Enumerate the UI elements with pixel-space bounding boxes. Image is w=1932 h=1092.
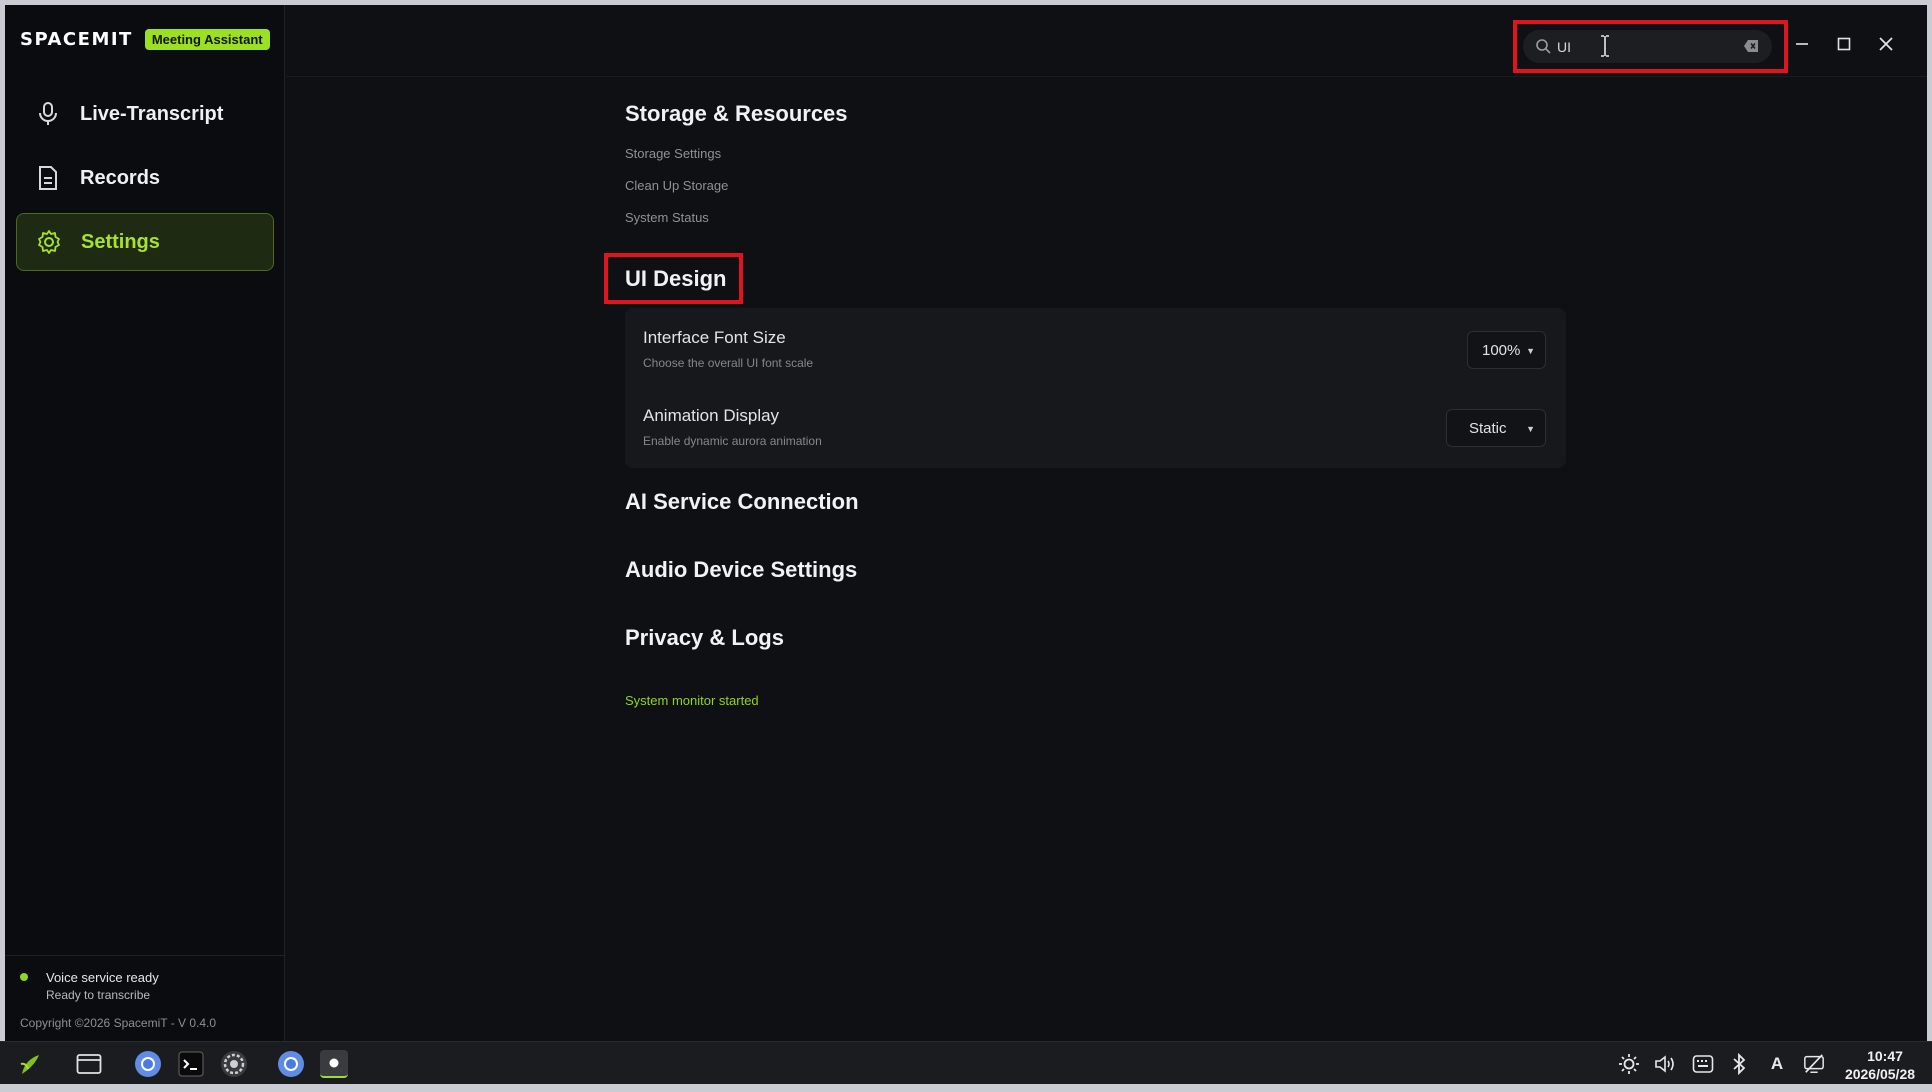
voice-status-subtitle: Ready to transcribe	[46, 988, 151, 1002]
animation-select[interactable]: Static ▼	[1446, 409, 1546, 447]
animation-title: Animation Display	[643, 406, 780, 425]
section-title-ui-design[interactable]: UI Design	[625, 266, 726, 292]
meeting-assistant-app-icon[interactable]	[320, 1050, 348, 1078]
font-size-value: 100%	[1482, 341, 1521, 359]
brightness-icon[interactable]	[1618, 1053, 1640, 1075]
sidebar-item-label: Settings	[81, 230, 160, 253]
chevron-down-icon: ▼	[1526, 346, 1535, 356]
keyboard-icon[interactable]	[1692, 1053, 1714, 1075]
volume-icon[interactable]	[1654, 1053, 1676, 1075]
file-manager-icon[interactable]	[75, 1050, 103, 1078]
sidebar-item-label: Records	[80, 166, 161, 189]
link-storage-settings[interactable]: Storage Settings	[625, 146, 721, 161]
section-title-privacy-logs[interactable]: Privacy & Logs	[625, 625, 784, 651]
link-clean-up-storage[interactable]: Clean Up Storage	[625, 178, 728, 193]
sidebar-item-settings[interactable]: Settings	[16, 213, 274, 271]
clock-date[interactable]: 2026/05/28	[1835, 1066, 1925, 1082]
sidebar-item-label: Live-Transcript	[80, 102, 224, 125]
app-badge: Meeting Assistant	[144, 29, 270, 50]
ui-design-card: Interface Font Size Choose the overall U…	[625, 308, 1566, 468]
section-title-storage[interactable]: Storage & Resources	[625, 101, 848, 127]
gear-icon	[35, 228, 63, 256]
clock-time[interactable]: 10:47	[1850, 1048, 1920, 1064]
section-title-audio-device[interactable]: Audio Device Settings	[625, 557, 857, 583]
section-title-ai-service[interactable]: AI Service Connection	[625, 489, 859, 515]
document-icon	[34, 164, 62, 192]
desktop: SPACEMIT Meeting Assistant Live-Transcri…	[0, 0, 1932, 1092]
sidebar-footer: Voice service ready Ready to transcribe …	[5, 955, 285, 1030]
terminal-icon[interactable]	[177, 1050, 205, 1078]
brand-logo: SPACEMIT	[20, 29, 133, 50]
bluetooth-icon[interactable]	[1728, 1053, 1750, 1075]
chromium-icon[interactable]	[134, 1050, 162, 1078]
chromium-icon[interactable]	[277, 1050, 305, 1078]
sidebar: SPACEMIT Meeting Assistant Live-Transcri…	[5, 5, 285, 1041]
animation-description: Enable dynamic aurora animation	[643, 434, 822, 448]
settings-app-icon[interactable]	[220, 1050, 248, 1078]
voice-status-title: Voice service ready	[46, 970, 159, 985]
microphone-icon	[34, 100, 62, 128]
chevron-down-icon: ▼	[1526, 424, 1535, 434]
animation-value: Static	[1469, 419, 1507, 437]
search-box[interactable]	[1523, 30, 1772, 63]
sidebar-item-records[interactable]: Records	[16, 149, 274, 207]
close-button[interactable]	[1876, 34, 1896, 54]
status-message: System monitor started	[625, 693, 759, 708]
screen-bottom-edge	[0, 1084, 1932, 1092]
font-size-description: Choose the overall UI font scale	[643, 356, 814, 370]
taskbar: A 10:47 2026/05/28	[0, 1041, 1932, 1084]
font-size-select[interactable]: 100% ▼	[1467, 331, 1546, 369]
app-window: SPACEMIT Meeting Assistant Live-Transcri…	[5, 5, 1927, 1041]
brand: SPACEMIT Meeting Assistant	[20, 29, 270, 50]
display-off-icon[interactable]	[1803, 1053, 1825, 1075]
sidebar-item-live-transcript[interactable]: Live-Transcript	[16, 85, 274, 143]
text-cursor-icon	[1599, 35, 1611, 62]
clear-search-icon[interactable]	[1743, 39, 1759, 58]
search-icon	[1535, 38, 1551, 59]
input-method-icon[interactable]: A	[1766, 1053, 1788, 1075]
link-system-status[interactable]: System Status	[625, 210, 709, 225]
minimize-button[interactable]	[1792, 34, 1812, 54]
search-input[interactable]	[1557, 34, 1727, 59]
launcher-icon[interactable]	[16, 1050, 44, 1078]
maximize-button[interactable]	[1834, 34, 1854, 54]
status-indicator	[20, 973, 28, 981]
font-size-title: Interface Font Size	[643, 328, 786, 347]
copyright-text: Copyright ©2026 SpacemiT - V 0.4.0	[20, 1016, 217, 1030]
